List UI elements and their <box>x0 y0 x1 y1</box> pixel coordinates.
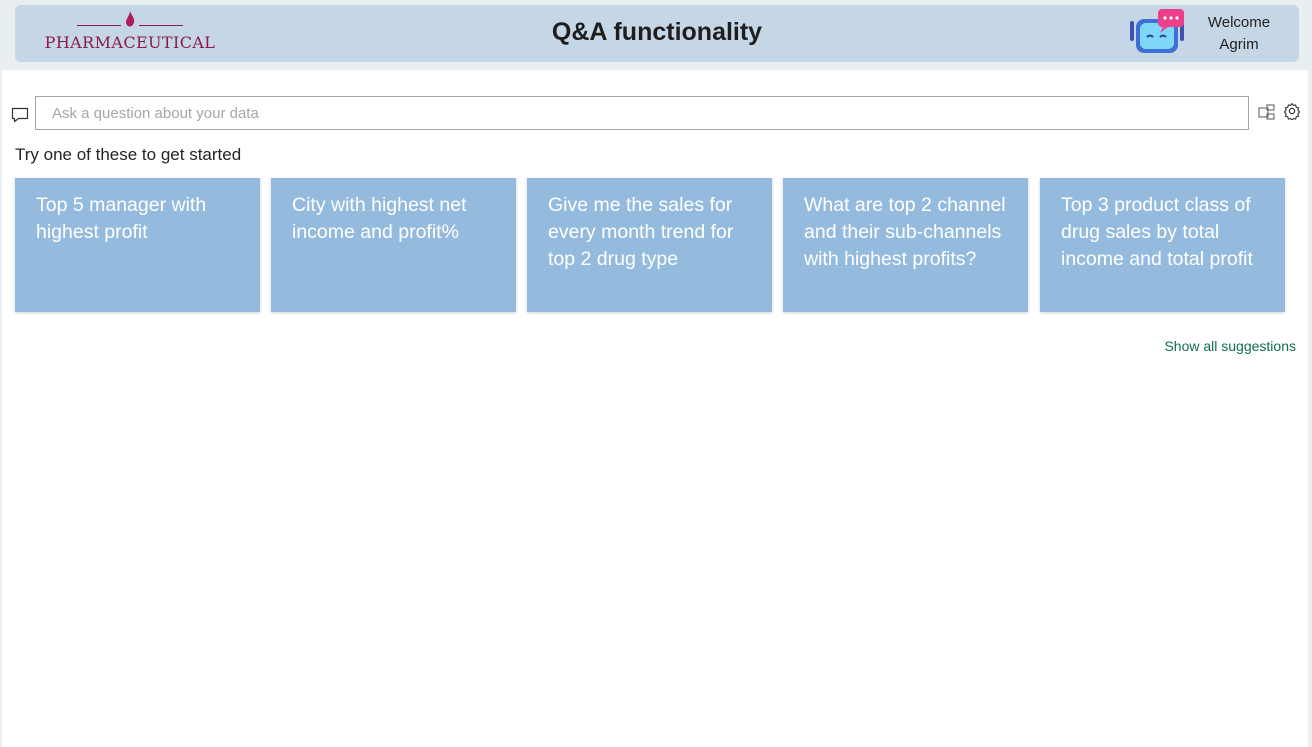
logo-wordmark: PHARMACEUTICAL <box>44 33 216 52</box>
suggestions-heading: Try one of these to get started <box>15 145 242 164</box>
user-name: Agrim <box>1219 36 1259 53</box>
pharmaceutical-logo: PHARMACEUTICAL <box>39 9 221 57</box>
suggestion-card[interactable]: Top 5 manager with highest profit <box>15 178 260 312</box>
qa-question-input[interactable] <box>35 96 1249 130</box>
qa-visual-frame: PHARMACEUTICAL Q&A functionality Welcome… <box>0 0 1312 747</box>
flame-drop-icon <box>126 11 135 27</box>
chatbot-icon <box>1130 9 1184 53</box>
show-all-suggestions-link[interactable]: Show all suggestions <box>1164 338 1296 354</box>
suggestion-card[interactable]: Top 3 product class of drug sales by tot… <box>1040 178 1285 312</box>
welcome-message: Welcome Agrim <box>1195 12 1283 56</box>
suggestion-cards: Top 5 manager with highest profit City w… <box>15 178 1285 312</box>
qa-panel: Try one of these to get started Top 5 ma… <box>2 70 1308 747</box>
suggestion-card[interactable]: What are top 2 channel and their sub-cha… <box>783 178 1028 312</box>
logo-rule-left <box>77 25 121 26</box>
page-title: Q&A functionality <box>551 18 763 46</box>
speech-bubble-icon <box>11 107 29 123</box>
suggestion-card[interactable]: Give me the sales for every month trend … <box>527 178 772 312</box>
share-diagram-icon[interactable] <box>1258 103 1276 121</box>
logo-rule-right <box>139 25 183 26</box>
suggestion-card[interactable]: City with highest net income and profit% <box>271 178 516 312</box>
report-header: PHARMACEUTICAL Q&A functionality Welcome… <box>15 5 1299 62</box>
gear-icon[interactable] <box>1283 102 1301 120</box>
welcome-label: Welcome <box>1207 14 1271 31</box>
